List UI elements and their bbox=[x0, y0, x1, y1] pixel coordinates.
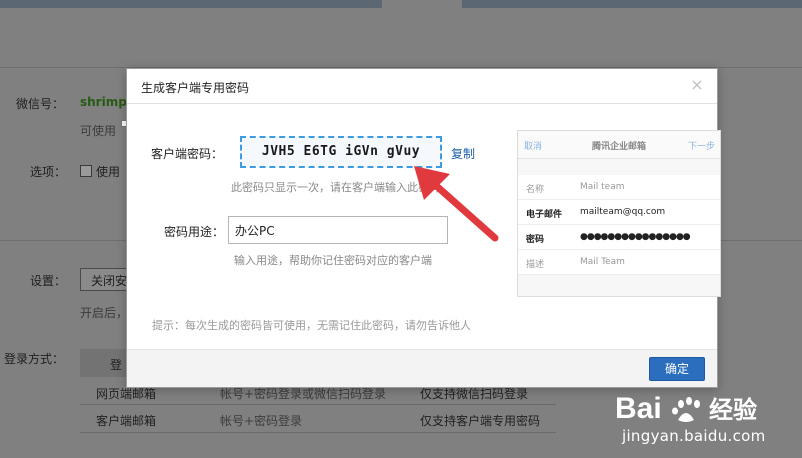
preview-key: 电子邮件 bbox=[526, 210, 563, 220]
close-icon[interactable]: × bbox=[689, 77, 705, 93]
preview-value: ●●●●●●●●●●●●●●●● bbox=[580, 232, 691, 242]
login-table-header-text: 登 bbox=[110, 358, 123, 372]
preview-value: Mail Team bbox=[580, 257, 625, 267]
login-label: 登录方式： bbox=[4, 352, 65, 366]
login-row-note: 仅支持客户端专用密码 bbox=[420, 414, 541, 428]
preview-key: 名称 bbox=[526, 185, 545, 195]
row-divider bbox=[80, 432, 556, 433]
baidu-jingyan-logo-icon: Bai 经验 bbox=[615, 392, 757, 425]
preview-value: mailteam@qq.com bbox=[580, 207, 666, 217]
purpose-label: 密码用途： bbox=[164, 225, 225, 239]
dialog-footer: 确定 bbox=[127, 349, 717, 387]
preview-next: 下一步 bbox=[687, 142, 715, 152]
top-bar-tab bbox=[382, 0, 462, 8]
preview-value: Mail team bbox=[580, 182, 625, 192]
preview-header: 取消 腾讯企业邮箱 下一步 bbox=[518, 131, 720, 159]
confirm-button[interactable]: 确定 bbox=[649, 357, 705, 381]
row-divider bbox=[80, 404, 556, 405]
svg-text:经验: 经验 bbox=[709, 396, 757, 424]
preview-row-name: 名称 Mail team bbox=[518, 175, 720, 200]
dialog-title: 生成客户端专用密码 bbox=[141, 81, 250, 95]
annotation-arrow-icon bbox=[414, 166, 499, 242]
dialog-header: 生成客户端专用密码 × bbox=[127, 69, 717, 104]
watermark-url: jingyan.baidu.com bbox=[622, 427, 766, 445]
preview-row-description: 描述 Mail Team bbox=[518, 250, 720, 275]
login-row-method: 帐号+密码登录 bbox=[220, 414, 303, 428]
preview-row-email: 电子邮件 mailteam@qq.com bbox=[518, 200, 720, 225]
password-label: 客户端密码： bbox=[151, 147, 224, 161]
wechat-value: shrimp bbox=[80, 95, 127, 109]
options-check-label: 使用 bbox=[96, 165, 121, 179]
client-setup-preview: 取消 腾讯企业邮箱 下一步 名称 Mail team 电子邮件 mailteam… bbox=[517, 130, 721, 297]
login-row-type: 客户端邮箱 bbox=[96, 414, 157, 428]
wechat-note: 可使用 bbox=[80, 124, 117, 138]
preview-key: 描述 bbox=[526, 260, 545, 270]
preview-key: 密码 bbox=[526, 235, 545, 245]
settings-note: 开启后， bbox=[80, 306, 129, 320]
options-checkbox[interactable] bbox=[80, 165, 92, 177]
settings-label: 设置： bbox=[30, 274, 67, 288]
svg-text:Bai: Bai bbox=[615, 392, 662, 425]
tip-text: 提示：每次生成的密码皆可使用，无需记住此密码，请勿告诉他人 bbox=[152, 319, 471, 332]
preview-row-password: 密码 ●●●●●●●●●●●●●●●● bbox=[518, 225, 720, 250]
options-label: 选项： bbox=[30, 165, 67, 179]
purpose-hint: 输入用途，帮助你记住密码对应的客户端 bbox=[234, 254, 432, 267]
wechat-label: 微信号： bbox=[16, 97, 65, 111]
